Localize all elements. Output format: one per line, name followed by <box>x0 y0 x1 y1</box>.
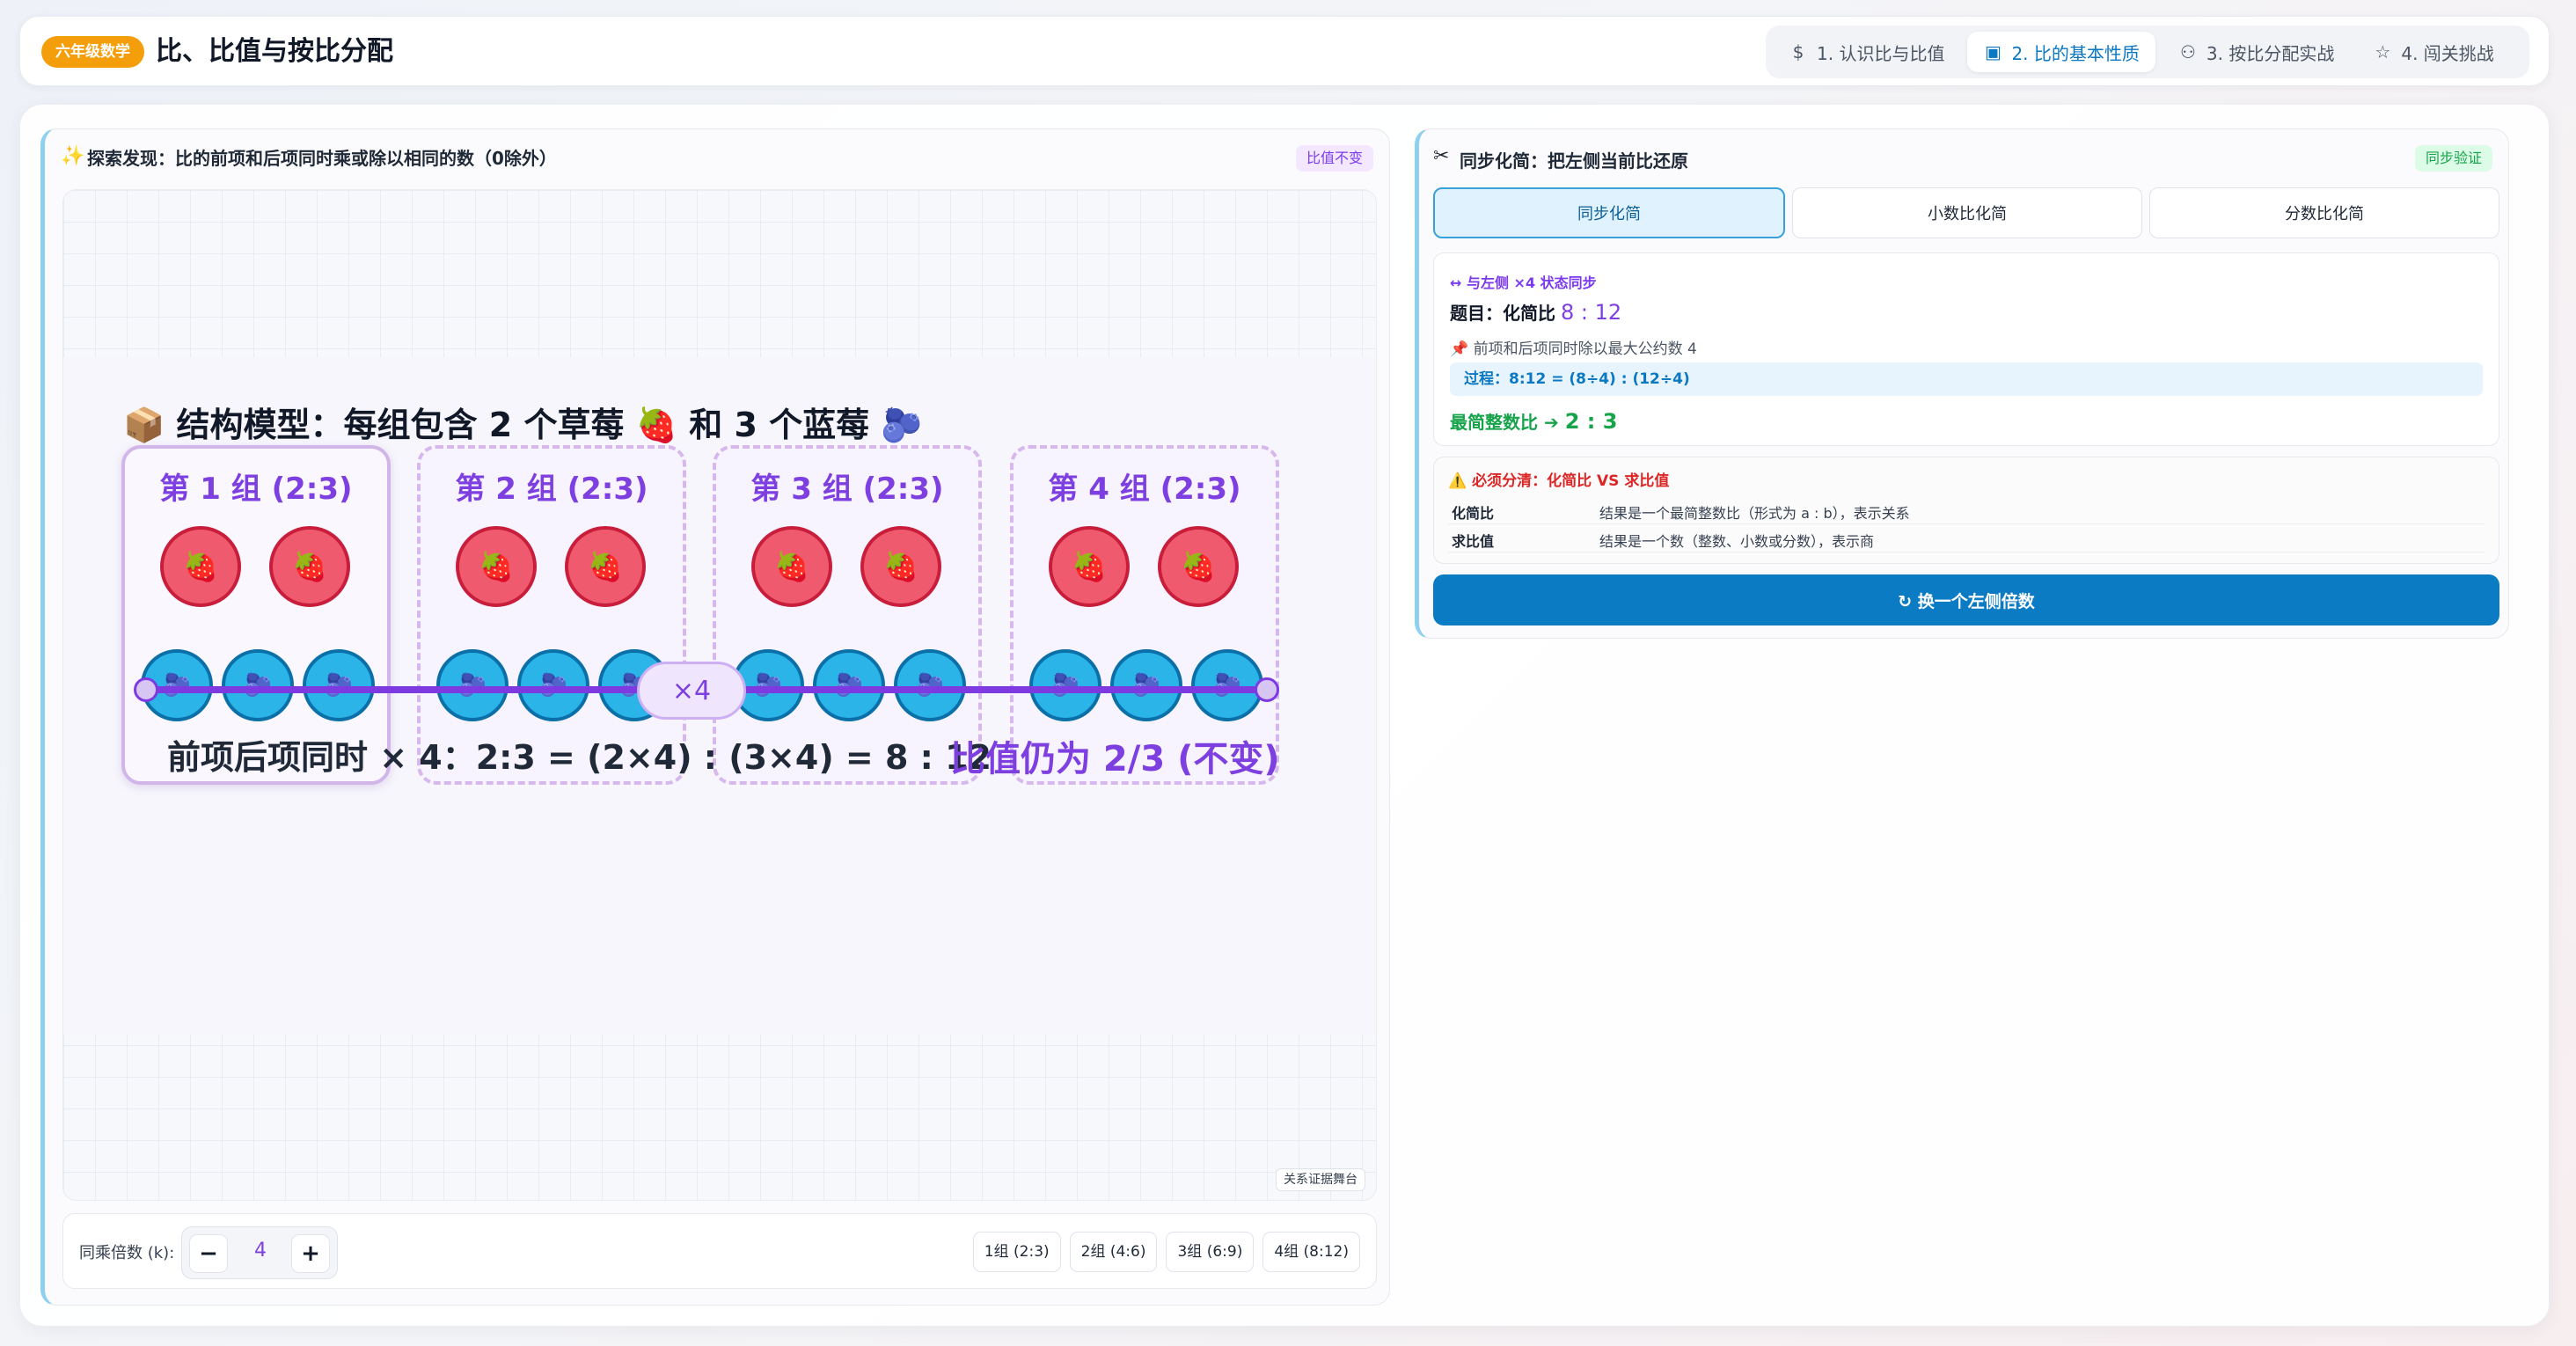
tab-basic-property[interactable]: ▣ 2. 比的基本性质 <box>1967 32 2155 72</box>
tab-recognize-ratio[interactable]: $ 1. 认识比与比值 <box>1773 32 1960 72</box>
question-label: 题目：化简比 <box>1450 303 1555 324</box>
multiplier-control-bar: 同乘倍数 (k): − 4 + 1组 (2:3) 2组 (4:6) 3组 (6:… <box>62 1213 1377 1289</box>
multiplier-stepper: − 4 + <box>181 1226 338 1279</box>
compare-value: 结果是一个数（整数、小数或分数），表示商 <box>1599 533 1875 550</box>
ratio-value-note: 比值仍为 2/3 (不变) <box>950 739 1280 779</box>
ratio-unchanged-badge: 比值不变 <box>1295 145 1373 172</box>
explore-panel: ✨ 探索发现：比的前项和后项同时乘或除以相同的数（0除外） 比值不变 📦 结构模… <box>40 128 1390 1306</box>
tab-label: 4. 闯关挑战 <box>2401 42 2494 64</box>
question-ratio: 8 : 12 <box>1561 300 1622 325</box>
result-value: 2 : 3 <box>1564 409 1618 434</box>
blueberry-icon: 🫐 <box>517 649 589 721</box>
preset-4-group-button[interactable]: 4组 (8:12) <box>1262 1232 1360 1272</box>
blueberry-icon: 🫐 <box>1110 649 1182 721</box>
sync-verify-badge: 同步验证 <box>2414 145 2492 172</box>
simplify-tabs: 同步化简 小数比化简 分数比化简 <box>1433 187 2499 240</box>
multiplier-label: 同乘倍数 (k): <box>79 1244 175 1262</box>
blueberry-icon: 🫐 <box>222 649 294 721</box>
group-label: 第 2 组 (2:3) <box>455 472 648 507</box>
formula-text: 前项后项同时 × 4：2:3 = (2×4) : (3×4) = 8 : 12 <box>167 738 992 777</box>
evidence-stage: 📦 结构模型：每组包含 2 个草莓 🍓 和 3 个蓝莓 🫐 第 1 组 (2:3… <box>62 189 1377 1201</box>
compare-row: 化简比 结果是一个最简整数比（形式为 a : b），表示关系 <box>1448 496 2485 524</box>
multiplier-value: 4 <box>254 1240 267 1262</box>
group-label: 第 3 组 (2:3) <box>750 472 944 507</box>
blueberry-icon: 🫐 <box>894 649 966 721</box>
compare-card: ⚠️ 必须分清：化简比 VS 求比值 化简比 结果是一个最简整数比（形式为 a … <box>1433 457 2499 564</box>
blueberry-icon: 🫐 <box>1191 649 1263 721</box>
group-label: 第 4 组 (2:3) <box>1048 472 1241 507</box>
simplify-title: 同步化简：把左侧当前比还原 <box>1460 150 1688 172</box>
change-multiplier-button[interactable]: ↻ 换一个左侧倍数 <box>1433 574 2499 625</box>
blueberry-icon: 🫐 <box>436 649 509 721</box>
group-label: 第 1 组 (2:3) <box>159 472 353 507</box>
preset-2-group-button[interactable]: 2组 (4:6) <box>1069 1232 1158 1272</box>
slider-start-handle[interactable] <box>134 677 158 702</box>
scissors-icon: ✂ <box>1433 145 1450 167</box>
tab-fraction-simplify[interactable]: 分数比化简 <box>2149 187 2499 238</box>
slider-end-handle[interactable] <box>1255 677 1279 702</box>
tab-label: 1. 认识比与比值 <box>1817 42 1945 64</box>
lesson-nav: $ 1. 认识比与比值 ▣ 2. 比的基本性质 ⚇ 3. 按比分配实战 ☆ 4.… <box>1766 26 2529 78</box>
preset-1-group-button[interactable]: 1组 (2:3) <box>972 1232 1061 1272</box>
model-title: 📦 结构模型：每组包含 2 个草莓 🍓 和 3 个蓝莓 🫐 <box>123 406 923 444</box>
blueberry-icon: 🫐 <box>1029 649 1101 721</box>
strawberry-icon: 🍓 <box>160 526 241 607</box>
sync-note: ↔ 与左侧 ×4 状态同步 <box>1450 274 1597 291</box>
app-header: 六年级数学 比、比值与按比分配 $ 1. 认识比与比值 ▣ 2. 比的基本性质 … <box>19 16 2550 86</box>
blueberry-icon: 🫐 <box>303 649 375 721</box>
explore-title: 探索发现：比的前项和后项同时乘或除以相同的数（0除外） <box>87 148 557 169</box>
compare-value: 结果是一个最简整数比（形式为 a : b），表示关系 <box>1599 505 1910 522</box>
layout-icon: ▣ <box>1985 41 2002 62</box>
blueberry-icon: 🫐 <box>813 649 885 721</box>
preset-3-group-button[interactable]: 3组 (6:9) <box>1166 1232 1255 1272</box>
strawberry-icon: 🍓 <box>751 526 832 607</box>
stage-tag: 关系证据舞台 <box>1276 1168 1365 1191</box>
sparkle-icon: ✨ <box>61 145 85 167</box>
simplify-panel: ✂ 同步化简：把左侧当前比还原 同步验证 同步化简 小数比化简 分数比化简 ↔ … <box>1415 128 2509 639</box>
result-label: 最简整数比 ➔ <box>1450 412 1559 433</box>
strawberry-icon: 🍓 <box>456 526 537 607</box>
strawberry-icon: 🍓 <box>1049 526 1130 607</box>
strawberry-icon: 🍓 <box>860 526 941 607</box>
compare-row: 求比值 结果是一个数（整数、小数或分数），表示商 <box>1448 524 2485 552</box>
compare-key: 化简比 <box>1452 505 1495 522</box>
star-icon: ☆ <box>2375 41 2391 62</box>
gcd-hint: 📌 前项和后项同时除以最大公约数 4 <box>1450 340 1697 358</box>
compare-title: ⚠️ 必须分清：化简比 VS 求比值 <box>1448 472 1670 490</box>
tab-sync-simplify[interactable]: 同步化简 <box>1433 187 1785 238</box>
tab-ratio-distribution[interactable]: ⚇ 3. 按比分配实战 <box>2163 32 2350 72</box>
strawberry-icon: 🍓 <box>269 526 350 607</box>
strawberry-icon: 🍓 <box>1158 526 1239 607</box>
strawberry-icon: 🍓 <box>565 526 646 607</box>
decrement-button[interactable]: − <box>189 1234 228 1273</box>
tab-label: 3. 按比分配实战 <box>2206 42 2335 64</box>
preset-group: 1组 (2:3) 2组 (4:6) 3组 (6:9) 4组 (8:12) <box>972 1232 1360 1272</box>
page-title: 比、比值与按比分配 <box>156 36 393 67</box>
users-icon: ⚇ <box>2179 41 2196 62</box>
increment-button[interactable]: + <box>291 1234 330 1273</box>
dollar-icon: $ <box>1792 41 1804 62</box>
compare-key: 求比值 <box>1452 533 1495 550</box>
simplify-card: ↔ 与左侧 ×4 状态同步 题目：化简比 8 : 12 📌 前项和后项同时除以最大… <box>1433 252 2499 446</box>
multiplier-pill: ×4 <box>637 662 746 720</box>
question-line: 题目：化简比 8 : 12 <box>1450 299 1621 325</box>
tab-challenge[interactable]: ☆ 4. 闯关挑战 <box>2357 32 2509 72</box>
process-box: 过程：8:12 = (8÷4) : (12÷4) <box>1450 362 2483 396</box>
result-line: 最简整数比 ➔ 2 : 3 <box>1450 408 1617 434</box>
tab-label: 2. 比的基本性质 <box>2011 42 2140 64</box>
tab-decimal-simplify[interactable]: 小数比化简 <box>1792 187 2142 238</box>
grade-badge: 六年级数学 <box>41 36 144 68</box>
